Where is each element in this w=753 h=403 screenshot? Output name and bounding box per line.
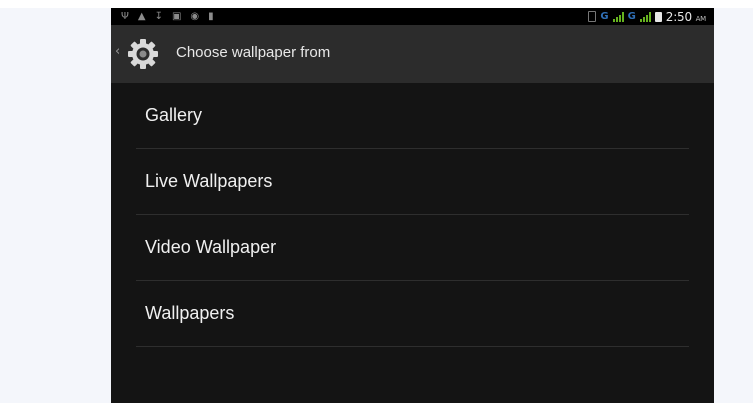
page-top-strip [0,0,753,8]
system-icons: G G 2:50 AM [588,8,706,25]
network-type-2: G [627,11,636,22]
list-item-gallery[interactable]: Gallery [136,83,689,149]
download-icon: ↧ [154,11,163,22]
screenshot-icon: ▣ [171,11,182,22]
network-type-1: G [600,11,609,22]
status-bar: Ψ ▲ ↧ ▣ ◉ ▮ G G 2:50 AM [111,8,714,25]
usb-icon: Ψ [121,11,129,22]
list-item-label: Video Wallpaper [145,237,277,257]
sim-icon [588,11,597,22]
action-bar: ‹ Choose wallpaper from [111,25,714,83]
status-clock: 2:50 AM [666,10,706,24]
battery-icon [654,11,662,22]
signal-strength-icon-1 [612,11,624,22]
android-icon: ◉ [190,11,200,22]
list-item-label: Gallery [145,105,203,125]
list-item-label: Wallpapers [145,303,235,323]
list-item-live-wallpapers[interactable]: Live Wallpapers [136,149,689,215]
list-item-video-wallpaper[interactable]: Video Wallpaper [136,215,689,281]
page-title: Choose wallpaper from [176,44,331,61]
phone-screen: Ψ ▲ ↧ ▣ ◉ ▮ G G 2:50 AM ‹ Choose wallpap… [111,8,714,403]
back-caret-icon[interactable]: ‹ [115,45,120,59]
signal-strength-icon-2 [639,11,651,22]
clock-time: 2:50 [665,9,692,24]
wallpaper-source-list: Gallery Live Wallpapers Video Wallpaper … [136,83,689,347]
gear-icon[interactable] [127,38,159,70]
list-item-label: Live Wallpapers [145,171,273,191]
sd-card-icon: ▮ [208,11,214,22]
warning-icon: ▲ [137,11,146,22]
list-item-wallpapers[interactable]: Wallpapers [136,281,689,347]
notification-icons: Ψ ▲ ↧ ▣ ◉ ▮ [121,8,214,25]
clock-am-pm: AM [695,14,707,23]
